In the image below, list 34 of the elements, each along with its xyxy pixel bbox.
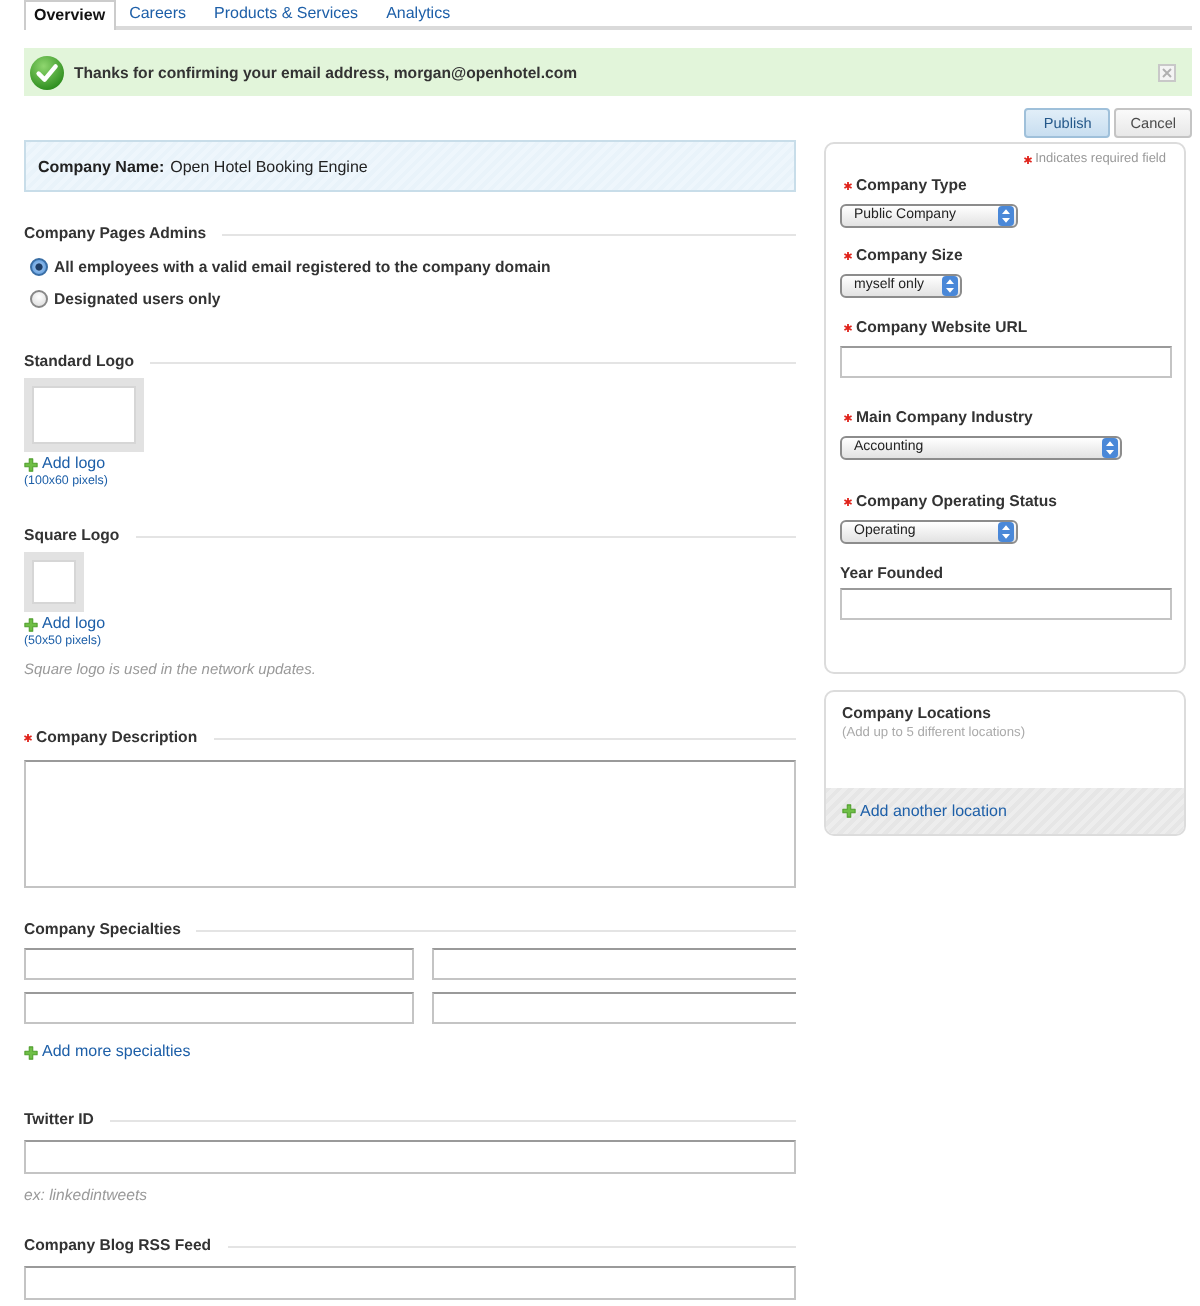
- description-field[interactable]: [24, 760, 796, 888]
- updown-arrows-icon: [1102, 438, 1118, 458]
- input-field[interactable]: [24, 1140, 796, 1174]
- tab[interactable]: Products & Services: [200, 0, 373, 26]
- input-field[interactable]: [840, 346, 1172, 378]
- input-field[interactable]: [24, 1266, 796, 1300]
- radio-button[interactable]: [30, 257, 48, 275]
- updown-arrows-icon: [942, 276, 958, 296]
- plus-icon: [24, 1045, 38, 1059]
- required-asterisk-icon: [1023, 156, 1032, 164]
- specialty-field[interactable]: [24, 948, 414, 980]
- add-specialties-link[interactable]: Add more specialties: [24, 1042, 191, 1062]
- add-location-link[interactable]: Add another location: [842, 801, 1007, 821]
- specialty-field[interactable]: [432, 948, 796, 980]
- logo-placeholder: [24, 552, 84, 612]
- updown-arrows-icon: [998, 522, 1014, 542]
- updown-arrows-icon: [998, 206, 1014, 226]
- plus-icon: [24, 457, 38, 471]
- plus-icon: [842, 804, 856, 818]
- close-icon[interactable]: [1158, 63, 1176, 81]
- specialty-field[interactable]: [24, 992, 414, 1024]
- company-name-label: Company Name:: [38, 157, 165, 175]
- radio-button[interactable]: [30, 289, 48, 307]
- add-logo-link[interactable]: Add logo: [24, 454, 106, 474]
- specialty-field[interactable]: [432, 992, 796, 1024]
- logo-placeholder: [24, 378, 144, 452]
- tab[interactable]: Analytics: [372, 0, 465, 26]
- plus-icon: [24, 617, 38, 631]
- add-logo-link[interactable]: Add logo: [24, 614, 106, 634]
- input-field[interactable]: [840, 588, 1172, 620]
- tab[interactable]: Overview: [24, 0, 116, 30]
- company-name-value: Open Hotel Booking Engine: [170, 157, 368, 175]
- tab[interactable]: Careers: [115, 0, 201, 26]
- checkmark-icon: [30, 55, 64, 89]
